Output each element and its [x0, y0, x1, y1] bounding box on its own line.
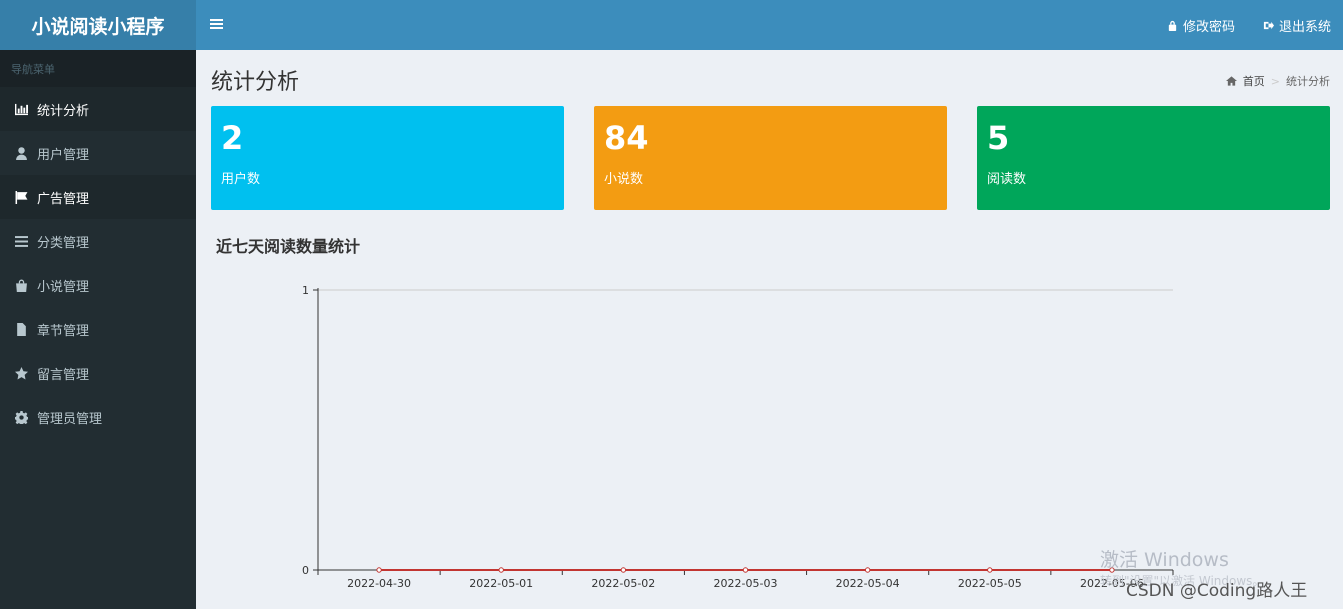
- page-title: 统计分析: [211, 70, 300, 95]
- y-tick-label: 1: [302, 284, 309, 297]
- read-count-label: 阅读数: [987, 172, 1027, 187]
- sidebar-toggle-icon[interactable]: [210, 17, 224, 33]
- sidebar-item-label: 管理员管理: [37, 411, 103, 427]
- sidebar-item-label: 用户管理: [37, 147, 90, 163]
- x-tick-label: 2022-05-01: [469, 577, 533, 590]
- novel-count-value: 84: [604, 119, 649, 157]
- sidebar-item-label: 统计分析: [37, 103, 90, 119]
- breadcrumb-home-link[interactable]: 首页: [1243, 73, 1265, 89]
- logout-label: 退出系统: [1278, 19, 1331, 35]
- read-count-box: 5 阅读数: [977, 106, 1330, 210]
- lock-icon: [1168, 20, 1177, 31]
- sidebar-item-label: 广告管理: [37, 191, 90, 207]
- bar-chart-icon: [13, 102, 29, 116]
- windows-activation-watermark: 激活 Windows: [1100, 549, 1229, 571]
- sidebar-item-ads[interactable]: 广告管理: [0, 175, 196, 219]
- read-count-value: 5: [987, 119, 1010, 157]
- sidebar-item-admins[interactable]: 管理员管理: [0, 395, 196, 439]
- x-tick-label: 2022-05-02: [591, 577, 655, 590]
- list-icon: [13, 234, 29, 248]
- sidebar-item-label: 留言管理: [37, 367, 90, 383]
- sidebar-item-chapters[interactable]: 章节管理: [0, 307, 196, 351]
- data-point: [864, 567, 871, 573]
- x-tick-label: 2022-05-03: [714, 577, 778, 590]
- sidebar-item-categories[interactable]: 分类管理: [0, 219, 196, 263]
- sidebar-item-label: 分类管理: [37, 235, 90, 251]
- sidebar-item-users[interactable]: 用户管理: [0, 131, 196, 175]
- breadcrumb: 首页 > 统计分析: [1225, 73, 1330, 89]
- gear-icon: [13, 410, 29, 424]
- csdn-watermark: CSDN @Coding路人王: [1126, 581, 1308, 601]
- user-count-value: 2: [221, 119, 244, 157]
- sidebar-item-statistics[interactable]: 统计分析: [0, 87, 196, 131]
- chart-title: 近七天阅读数量统计: [216, 237, 361, 256]
- data-point: [742, 567, 749, 573]
- x-tick-label: 2022-05-05: [958, 577, 1022, 590]
- novel-count-box: 84 小说数: [594, 106, 947, 210]
- sidebar-item-label: 章节管理: [37, 323, 90, 339]
- data-point: [376, 567, 382, 573]
- home-icon: [1225, 76, 1237, 86]
- novel-count-label: 小说数: [604, 172, 644, 187]
- data-point: [498, 567, 504, 573]
- app-logo[interactable]: 小说阅读小程序: [0, 0, 196, 50]
- star-icon: [13, 366, 29, 380]
- breadcrumb-separator: >: [1270, 74, 1280, 88]
- flag-icon: [13, 190, 29, 204]
- change-password-link[interactable]: 修改密码: [1167, 16, 1235, 35]
- sidebar-header: 导航菜单: [0, 50, 196, 87]
- file-icon: [13, 322, 29, 336]
- data-point: [987, 567, 993, 573]
- sidebar: 导航菜单 统计分析 用户管理 广告管理 分类管理 小说管理 章节管理 留言管理 …: [0, 50, 196, 609]
- user-icon: [13, 146, 29, 160]
- breadcrumb-current: 统计分析: [1286, 75, 1330, 88]
- sidebar-item-novels[interactable]: 小说管理: [0, 263, 196, 307]
- user-count-label: 用户数: [221, 172, 261, 187]
- top-navbar: 修改密码 退出系统: [196, 0, 1343, 50]
- shopping-bag-icon: [13, 278, 29, 292]
- x-tick-label: 2022-05-04: [836, 577, 900, 590]
- navbar-actions: 修改密码 退出系统: [1167, 0, 1331, 50]
- user-count-box: 2 用户数: [211, 106, 564, 210]
- sidebar-item-messages[interactable]: 留言管理: [0, 351, 196, 395]
- reads-line-chart: 0 1 2022-04-30 2022-05-01 2022-05-02 2022-05-…: [302, 284, 1174, 590]
- data-point: [620, 567, 627, 573]
- x-tick-label: 2022-04-30: [347, 577, 411, 590]
- sidebar-item-label: 小说管理: [37, 279, 90, 295]
- y-tick-label: 0: [302, 564, 309, 577]
- logout-link[interactable]: 退出系统: [1263, 16, 1331, 35]
- sign-out-icon: [1263, 21, 1274, 29]
- change-password-label: 修改密码: [1182, 19, 1235, 35]
